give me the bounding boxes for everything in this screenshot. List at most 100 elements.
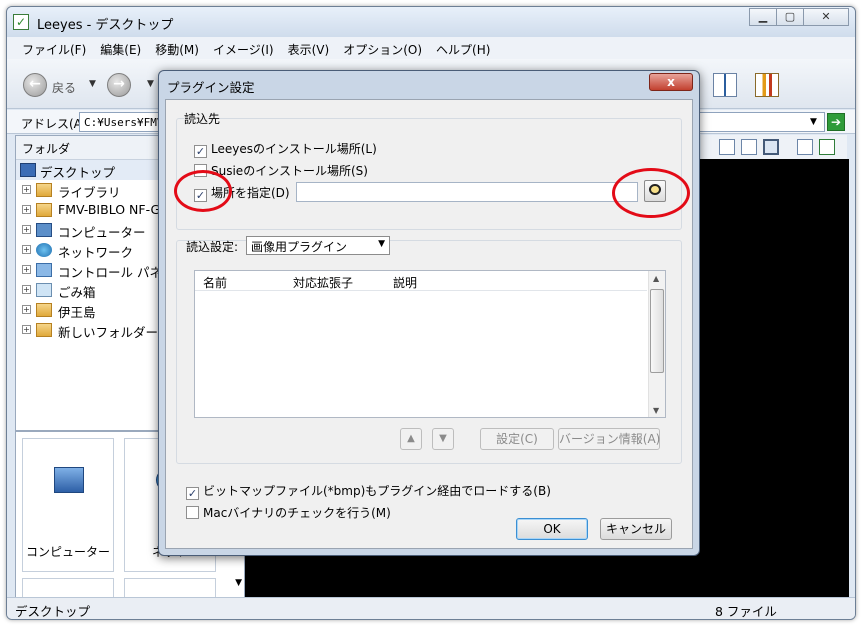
forward-dropdown-icon[interactable]: ▼: [147, 79, 154, 89]
tree-item-label: 新しいフォルダー: [58, 325, 159, 340]
tree-item-label: 伊王島: [58, 305, 96, 320]
user-folder-icon: [36, 203, 52, 217]
move-up-button[interactable]: ▲: [400, 428, 422, 450]
chevron-down-icon: ▼: [378, 239, 385, 249]
tree-item-label: コンピューター: [58, 225, 146, 240]
cancel-button[interactable]: キャンセル: [600, 518, 672, 540]
back-arrow-icon[interactable]: ←: [23, 73, 47, 97]
expand-icon[interactable]: +: [22, 245, 31, 254]
window-title: Leeyes - デスクトップ: [37, 18, 174, 33]
address-dropdown-icon[interactable]: ▼: [810, 117, 817, 127]
view-copy-icon[interactable]: [719, 139, 735, 155]
minimize-button[interactable]: ▁: [749, 8, 777, 26]
menu-bar: ファイル(F) 編集(E) 移動(M) イメージ(I) 表示(V) オプション(…: [7, 37, 855, 59]
tree-item-label: FMV-BIBLO NF-G: [58, 202, 161, 217]
expand-icon[interactable]: +: [22, 325, 31, 334]
read-settings-label: 読込設定:: [186, 240, 239, 254]
folder-icon: [36, 323, 52, 337]
column-extensions[interactable]: 対応拡張子: [293, 274, 353, 291]
expand-icon[interactable]: +: [22, 225, 31, 234]
menu-edit[interactable]: 編集(E): [93, 37, 148, 59]
view-window-icon[interactable]: [797, 139, 813, 155]
scroll-down-icon[interactable]: ▼: [653, 406, 659, 415]
go-arrow-icon[interactable]: ➔: [827, 113, 845, 131]
red-highlight-browse: [612, 168, 690, 218]
read-settings-value: 画像用プラグイン: [251, 240, 348, 254]
menu-help[interactable]: ヘルプ(H): [429, 37, 497, 59]
plugin-list-scrollbar[interactable]: ▲ ▼: [648, 271, 665, 417]
expand-icon[interactable]: +: [22, 185, 31, 194]
view-page-icon[interactable]: [741, 139, 757, 155]
menu-move[interactable]: 移動(M): [148, 37, 206, 59]
folder-icon: [36, 303, 52, 317]
scroll-down-icon[interactable]: ▼: [235, 578, 242, 588]
title-bar: ✓ Leeyes - デスクトップ ▁ ▢ ✕: [7, 7, 855, 37]
mac-binary-option[interactable]: Macバイナリのチェックを行う(M): [186, 504, 391, 521]
status-location: デスクトップ: [15, 604, 91, 619]
menu-options[interactable]: オプション(O): [336, 37, 429, 59]
expand-icon[interactable]: +: [22, 205, 31, 214]
status-file-count: 8 ファイル: [715, 604, 777, 619]
expand-icon[interactable]: +: [22, 305, 31, 314]
tree-item-label: ごみ箱: [58, 285, 96, 300]
tree-item-label: ネットワーク: [58, 245, 134, 260]
ok-button[interactable]: OK: [516, 518, 588, 540]
thumbnail-computer[interactable]: コンピューター: [22, 438, 114, 572]
scroll-thumb[interactable]: [650, 289, 664, 373]
settings-button[interactable]: 設定(C): [480, 428, 554, 450]
status-bar: デスクトップ 8 ファイル: [7, 597, 855, 619]
version-info-button[interactable]: バージョン情報(A): [558, 428, 660, 450]
install-location-label: Leeyesのインストール場所(L): [211, 142, 377, 156]
address-label: アドレス(A): [21, 117, 87, 131]
menu-view[interactable]: 表示(V): [281, 37, 337, 59]
install-location-checkbox[interactable]: ✓: [194, 145, 207, 158]
recycle-bin-icon: [36, 283, 52, 297]
arrow-down-icon: ▼: [439, 433, 447, 444]
plugin-list-header: 名前 対応拡張子 説明: [195, 271, 647, 291]
column-description[interactable]: 説明: [393, 274, 417, 291]
histogram-icon[interactable]: [755, 73, 779, 97]
dialog-close-button[interactable]: x: [649, 73, 693, 91]
bitmap-via-plugin-checkbox[interactable]: ✓: [186, 487, 199, 500]
expand-icon[interactable]: +: [22, 285, 31, 294]
library-icon: [36, 183, 52, 197]
menu-image[interactable]: イメージ(I): [206, 37, 281, 59]
app-icon: ✓: [13, 14, 29, 30]
control-panel-icon: [36, 263, 52, 277]
read-location-group-title: 読込先: [184, 110, 221, 127]
view-double-page-icon[interactable]: [763, 139, 779, 155]
back-dropdown-icon[interactable]: ▼: [89, 79, 96, 89]
column-name[interactable]: 名前: [203, 274, 227, 291]
tree-item-label: デスクトップ: [40, 165, 116, 180]
menu-file[interactable]: ファイル(F): [15, 37, 93, 59]
computer-icon: [54, 467, 84, 493]
mac-binary-checkbox[interactable]: [186, 506, 199, 519]
plugin-list[interactable]: 名前 対応拡張子 説明 ▲ ▼: [194, 270, 666, 418]
forward-arrow-icon[interactable]: →: [107, 73, 131, 97]
view-fullscreen-icon[interactable]: [819, 139, 835, 155]
thumbnail-partial[interactable]: [124, 578, 216, 598]
close-button[interactable]: ✕: [803, 8, 849, 26]
scroll-up-icon[interactable]: ▲: [653, 274, 659, 283]
thumbnail-partial[interactable]: [22, 578, 114, 598]
install-location-option[interactable]: ✓ Leeyesのインストール場所(L): [194, 140, 377, 158]
tree-item-label: ライブラリ: [58, 185, 121, 200]
dialog-title-bar: プラグイン設定 x: [159, 71, 699, 97]
move-down-button[interactable]: ▼: [432, 428, 454, 450]
back-label[interactable]: 戻る: [52, 79, 76, 96]
susie-location-label: Susieのインストール場所(S): [211, 164, 368, 178]
maximize-button[interactable]: ▢: [776, 8, 804, 26]
dialog-title: プラグイン設定: [167, 80, 255, 95]
bitmap-via-plugin-label: ビットマップファイル(*bmp)もプラグイン経由でロードする(B): [203, 484, 551, 498]
plugin-path-input[interactable]: [296, 182, 638, 202]
red-highlight-checkbox: [174, 170, 232, 212]
layout-icon[interactable]: [713, 73, 737, 97]
dialog-body: 読込先 ✓ Leeyesのインストール場所(L) Susieのインストール場所(S…: [165, 99, 693, 549]
expand-icon[interactable]: +: [22, 265, 31, 274]
mac-binary-label: Macバイナリのチェックを行う(M): [203, 506, 391, 520]
bitmap-via-plugin-option[interactable]: ✓ ビットマップファイル(*bmp)もプラグイン経由でロードする(B): [186, 482, 551, 500]
read-settings-select[interactable]: 画像用プラグイン ▼: [246, 236, 390, 255]
tree-item-label: コントロール パネ: [58, 265, 162, 280]
plugin-settings-dialog: プラグイン設定 x 読込先 ✓ Leeyesのインストール場所(L) Susieの…: [158, 70, 700, 556]
network-icon: [36, 243, 52, 257]
